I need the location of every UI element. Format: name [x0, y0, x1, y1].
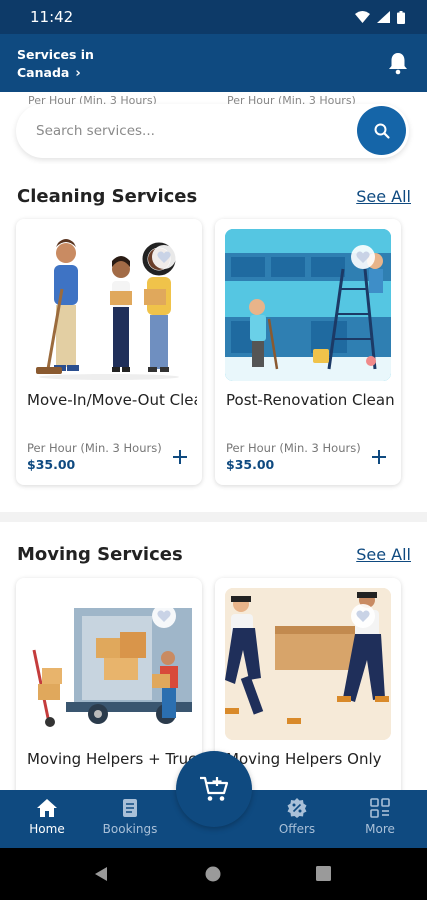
- system-nav-bar: [0, 848, 427, 900]
- battery-icon: [397, 10, 405, 24]
- nav-label: More: [365, 822, 395, 836]
- location-label: Services in: [17, 47, 94, 62]
- status-icons: [355, 10, 405, 24]
- service-name: Moving Helpers + Truck: [27, 750, 197, 768]
- service-image: [225, 588, 391, 740]
- service-card[interactable]: Move-In/Move-Out Cleaning Per Hour (Min.…: [16, 219, 202, 485]
- price-unit: Per Hour (Min. 3 Hours): [27, 441, 162, 455]
- nav-item-offers[interactable]: Offers: [257, 798, 337, 836]
- add-to-cart-button[interactable]: [172, 449, 188, 469]
- service-name: Post-Renovation Cleaning: [226, 391, 396, 409]
- section-title: Moving Services: [17, 544, 183, 565]
- price-unit: Per Hour (Min. 3 Hours): [226, 441, 361, 455]
- cart-add-icon: [200, 776, 229, 801]
- heart-icon: [356, 251, 370, 263]
- home-circle-icon[interactable]: [205, 866, 221, 882]
- favorite-button[interactable]: [152, 245, 176, 269]
- offers-icon: [287, 798, 307, 818]
- search-input[interactable]: [36, 119, 336, 143]
- nav-label: Offers: [278, 822, 316, 836]
- app-header: Services in Canada ›: [0, 34, 427, 92]
- service-card[interactable]: Moving Helpers + Truck: [16, 578, 202, 808]
- heart-icon: [157, 251, 171, 263]
- bell-icon: [389, 53, 407, 75]
- heart-icon: [356, 610, 370, 622]
- service-image: [26, 588, 192, 740]
- signal-icon: [377, 11, 390, 23]
- service-name: Move-In/Move-Out Cleaning: [27, 391, 197, 409]
- more-grid-icon: [370, 798, 390, 818]
- favorite-button[interactable]: [351, 604, 375, 628]
- search-bar: [16, 104, 409, 158]
- search-button[interactable]: [357, 106, 406, 155]
- service-price: $35.00: [226, 457, 275, 472]
- notification-bell-button[interactable]: [387, 51, 409, 79]
- home-icon: [37, 799, 57, 817]
- search-icon: [374, 123, 390, 139]
- recents-icon[interactable]: [316, 866, 331, 881]
- back-icon[interactable]: [93, 866, 109, 882]
- moving-services-section: Moving Services See All Moving Helpers +…: [0, 522, 427, 808]
- service-image: [225, 229, 391, 381]
- wifi-icon: [355, 11, 370, 23]
- nav-item-more[interactable]: More: [340, 798, 420, 836]
- cart-button[interactable]: [176, 751, 252, 827]
- nav-label: Bookings: [102, 822, 158, 836]
- nav-label: Home: [29, 822, 65, 836]
- location-selector[interactable]: Services in Canada ›: [17, 46, 94, 83]
- service-name: Moving Helpers Only: [226, 750, 382, 768]
- heart-icon: [157, 610, 171, 622]
- status-time: 11:42: [30, 8, 74, 26]
- service-price: $35.00: [27, 457, 76, 472]
- section-title: Cleaning Services: [17, 186, 198, 207]
- see-all-link[interactable]: See All: [356, 545, 411, 564]
- bookings-icon: [123, 799, 137, 817]
- service-card[interactable]: Post-Renovation Cleaning Per Hour (Min. …: [215, 219, 401, 485]
- add-to-cart-button[interactable]: [371, 449, 387, 469]
- location-country: Canada: [17, 65, 70, 80]
- nav-item-bookings[interactable]: Bookings: [90, 798, 170, 836]
- status-bar: 11:42: [0, 0, 427, 34]
- favorite-button[interactable]: [152, 604, 176, 628]
- plus-icon: [372, 450, 386, 464]
- nav-item-home[interactable]: Home: [7, 798, 87, 836]
- chevron-right-icon: ›: [75, 66, 81, 81]
- favorite-button[interactable]: [351, 245, 375, 269]
- service-image: [26, 229, 192, 381]
- cleaning-services-section: Cleaning Services See All Move-In/Move-O…: [0, 164, 427, 512]
- see-all-link[interactable]: See All: [356, 187, 411, 206]
- plus-icon: [173, 450, 187, 464]
